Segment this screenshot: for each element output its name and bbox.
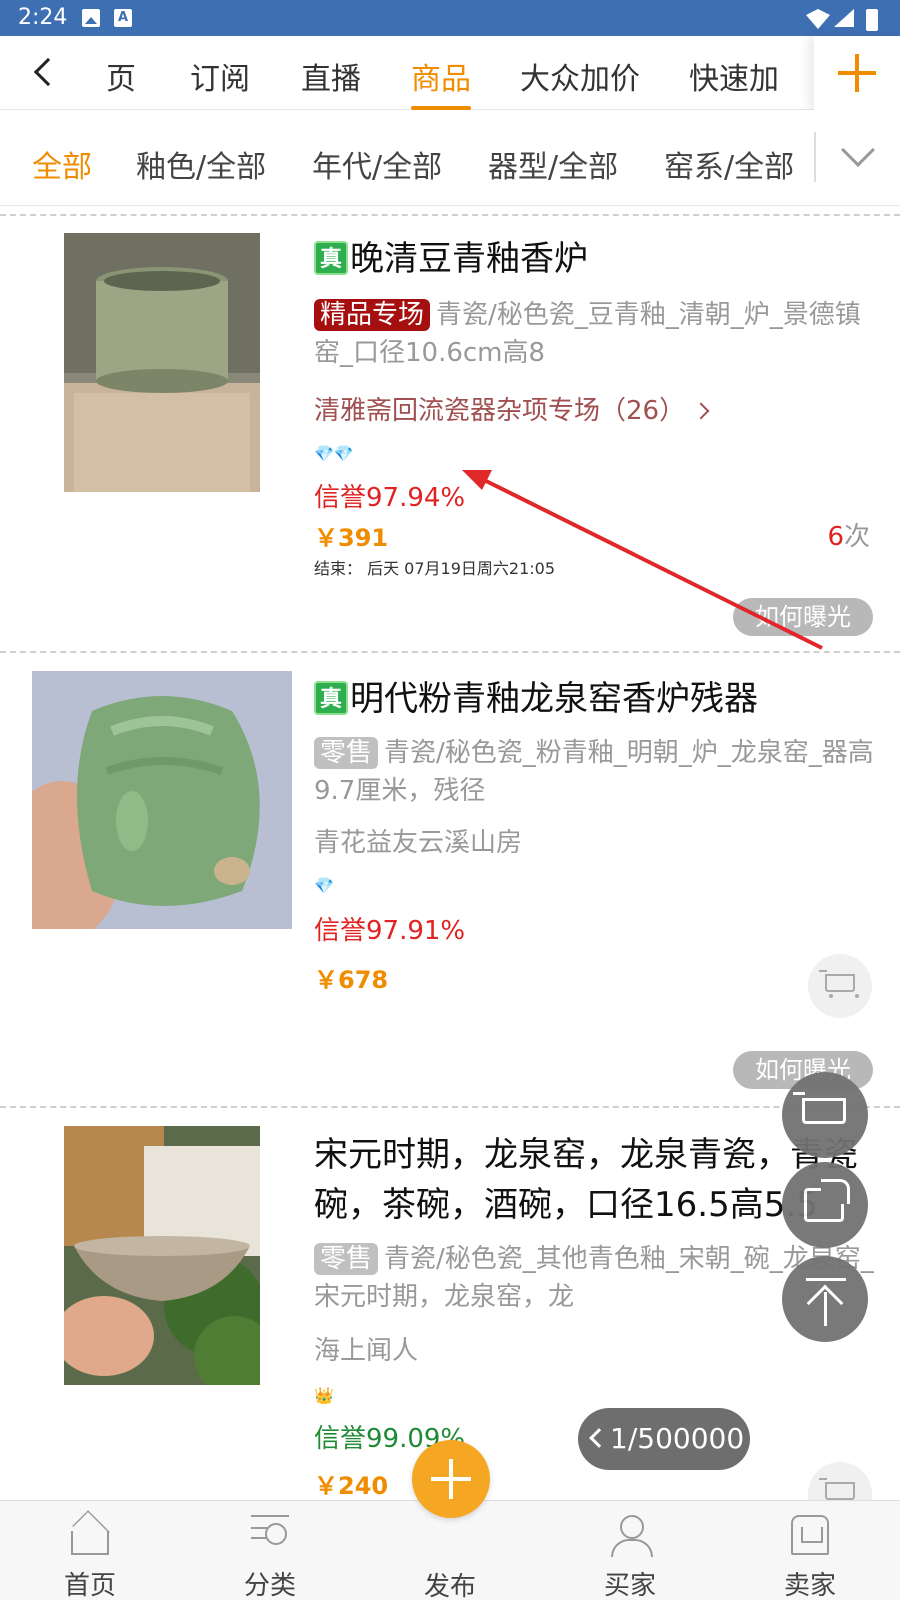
bid-count-number: 6 bbox=[827, 522, 844, 552]
nav-seller[interactable]: 卖家 bbox=[750, 1501, 870, 1600]
nav-category-label: 分类 bbox=[243, 1571, 296, 1600]
shop-icon bbox=[791, 1515, 829, 1555]
filter-all[interactable]: 全部 bbox=[32, 142, 92, 186]
item-description: 精品专场 青瓷/秘色瓷_豆青釉_清朝_炉_景德镇窑_口径10.6cm高8 bbox=[314, 296, 874, 372]
filter-bar: 全部 釉色/全部 年代/全部 器型/全部 窑系/全部 bbox=[0, 110, 900, 206]
floating-share-button[interactable] bbox=[782, 1162, 868, 1248]
item-tag: 精品专场 bbox=[314, 299, 431, 331]
category-icon bbox=[251, 1515, 289, 1555]
tab-quick-add[interactable]: 快速加 bbox=[689, 54, 779, 110]
credit-rating: 信誉97.94% bbox=[314, 483, 466, 513]
product-image[interactable] bbox=[64, 1126, 260, 1385]
item-price: ￥240 bbox=[314, 1472, 389, 1500]
shop-name: 清雅斋回流瓷器杂项专场（26） bbox=[314, 396, 686, 426]
status-bar: 2:24 A bbox=[0, 0, 900, 36]
chevron-down-icon bbox=[841, 133, 875, 167]
plus-icon-stroke bbox=[855, 54, 859, 92]
shop-link[interactable]: 清雅斋回流瓷器杂项专场（26） bbox=[314, 390, 710, 427]
publish-button[interactable] bbox=[412, 1440, 490, 1518]
product-image[interactable] bbox=[64, 233, 260, 492]
cart-icon bbox=[819, 970, 859, 1000]
seller-level-icon: 💎💎 bbox=[314, 444, 354, 463]
add-to-cart-button[interactable] bbox=[808, 954, 872, 1018]
share-icon bbox=[804, 1179, 850, 1222]
item-title[interactable]: 真明代粉青釉龙泉窑香炉残器 bbox=[314, 674, 758, 724]
signal-icon bbox=[834, 9, 854, 27]
item-title-text: 明代粉青釉龙泉窑香炉残器 bbox=[350, 679, 758, 719]
nav-buyer[interactable]: 买家 bbox=[570, 1501, 690, 1600]
product-image[interactable] bbox=[32, 671, 292, 929]
user-icon bbox=[611, 1515, 653, 1557]
shop-link[interactable]: 青花益友云溪山房 bbox=[314, 822, 522, 859]
seller-level-icon: 👑 bbox=[314, 1386, 334, 1405]
filter-kiln[interactable]: 窑系/全部 bbox=[664, 142, 794, 186]
tab-strip: 页 订阅 直播 商品 大众加价 快速加 bbox=[100, 36, 800, 110]
bid-count-unit: 次 bbox=[843, 522, 870, 552]
chevron-left-icon bbox=[589, 1428, 609, 1448]
add-to-cart-button[interactable] bbox=[808, 1462, 872, 1500]
credit-rating: 信誉97.91% bbox=[314, 916, 466, 946]
battery-icon bbox=[866, 9, 878, 31]
back-to-top-icon bbox=[806, 1278, 846, 1281]
top-navigation: 页 订阅 直播 商品 大众加价 快速加 bbox=[0, 36, 900, 110]
item-tag: 零售 bbox=[314, 737, 379, 769]
divider bbox=[0, 214, 900, 216]
expand-filters-button[interactable] bbox=[830, 132, 890, 182]
cart-icon bbox=[793, 1092, 846, 1124]
back-button[interactable] bbox=[24, 52, 64, 94]
item-tag: 零售 bbox=[314, 1243, 379, 1275]
filter-era[interactable]: 年代/全部 bbox=[312, 142, 442, 186]
add-tab-button[interactable] bbox=[814, 36, 900, 110]
divider bbox=[0, 1106, 900, 1108]
nav-category[interactable]: 分类 bbox=[210, 1501, 330, 1600]
nav-home-label: 首页 bbox=[63, 1571, 116, 1600]
seller-level-icon: 💎 bbox=[314, 876, 334, 895]
filter-shape[interactable]: 器型/全部 bbox=[488, 142, 618, 186]
divider bbox=[0, 651, 900, 653]
item-title-text: 晚清豆青釉香炉 bbox=[350, 239, 588, 279]
back-arrow-icon bbox=[33, 57, 63, 87]
chevron-right-icon bbox=[692, 402, 710, 420]
cart-icon bbox=[819, 1478, 855, 1500]
nav-publish-label: 发布 bbox=[423, 1572, 476, 1600]
item-price: ￥391 bbox=[314, 524, 389, 552]
filter-divider bbox=[814, 132, 816, 182]
tab-public-bid[interactable]: 大众加价 bbox=[520, 54, 640, 110]
plus-icon-stroke bbox=[449, 1459, 453, 1499]
item-price: ￥678 bbox=[314, 966, 389, 994]
item-desc-text: 青瓷/秘色瓷_粉青釉_明朝_炉_龙泉窑_器高9.7厘米，残径 bbox=[314, 738, 874, 806]
floating-cart-button[interactable] bbox=[782, 1072, 868, 1158]
bid-count: 6次 bbox=[827, 516, 870, 553]
status-time: 2:24 bbox=[18, 5, 68, 30]
exposure-button[interactable]: 如何曝光 bbox=[733, 598, 873, 636]
tab-live[interactable]: 直播 bbox=[301, 54, 361, 110]
end-time: 结束： 后天 07月19日周六21:05 bbox=[314, 559, 556, 578]
arrow-up-stem bbox=[824, 1292, 827, 1326]
verified-badge: 真 bbox=[314, 680, 348, 715]
app-screen: 2:24 A 页 订阅 直播 商品 大众加价 快速加 全部 釉色/全部 年代/全… bbox=[0, 0, 900, 1600]
item-title[interactable]: 真晚清豆青釉香炉 bbox=[314, 234, 588, 284]
nav-seller-label: 卖家 bbox=[783, 1571, 836, 1600]
page-indicator[interactable]: 1/500000 bbox=[578, 1408, 750, 1470]
app-notification-icon: A bbox=[114, 9, 132, 27]
nav-home[interactable]: 首页 bbox=[30, 1501, 150, 1600]
nav-buyer-label: 买家 bbox=[603, 1571, 656, 1600]
tab-subscribe[interactable]: 订阅 bbox=[190, 54, 250, 110]
tab-products[interactable]: 商品 bbox=[411, 54, 471, 110]
item-description: 零售 青瓷/秘色瓷_粉青釉_明朝_炉_龙泉窑_器高9.7厘米，残径 bbox=[314, 734, 874, 810]
verified-badge: 真 bbox=[314, 240, 348, 275]
image-notification-icon bbox=[82, 9, 100, 27]
wifi-icon bbox=[806, 9, 830, 29]
shop-link[interactable]: 海上闻人 bbox=[314, 1330, 418, 1367]
filter-glaze[interactable]: 釉色/全部 bbox=[136, 142, 266, 186]
tab-home[interactable]: 页 bbox=[106, 54, 136, 110]
home-icon bbox=[71, 1531, 109, 1555]
page-indicator-text: 1/500000 bbox=[610, 1422, 745, 1455]
back-to-top-button[interactable] bbox=[782, 1256, 868, 1342]
